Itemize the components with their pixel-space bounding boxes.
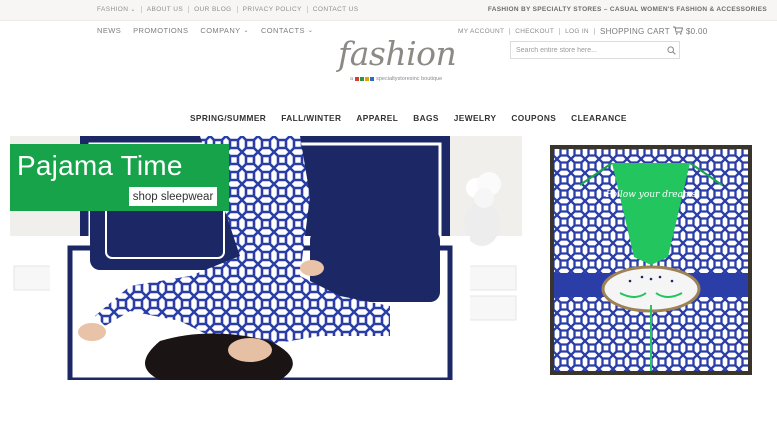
logo-square bbox=[365, 77, 370, 81]
nav-news[interactable]: NEWS bbox=[97, 26, 121, 35]
checkout-link[interactable]: CHECKOUT bbox=[515, 28, 554, 35]
category-bags[interactable]: BAGS bbox=[413, 113, 439, 123]
cart-icon bbox=[672, 26, 684, 37]
nav-company[interactable]: COMPANY ⌄ bbox=[200, 26, 249, 35]
logo-subline: a specialtystoresinc boutique bbox=[350, 76, 443, 82]
search-input[interactable] bbox=[511, 42, 663, 58]
divider bbox=[509, 28, 511, 35]
my-account-link[interactable]: MY ACCOUNT bbox=[458, 28, 504, 35]
divider bbox=[188, 6, 190, 13]
top-link-about-us[interactable]: ABOUT US bbox=[147, 6, 183, 13]
category-clearance[interactable]: CLEARANCE bbox=[571, 113, 627, 123]
search-box bbox=[510, 41, 680, 59]
logo-square bbox=[370, 77, 375, 81]
nav-contacts[interactable]: CONTACTS ⌄ bbox=[261, 26, 313, 35]
nav-promotions[interactable]: PROMOTIONS bbox=[133, 26, 188, 35]
site-tagline: FASHION BY SPECIALTY STORES – CASUAL WOM… bbox=[487, 6, 767, 13]
hero-banner[interactable]: Pajama Time shop sleepwear bbox=[10, 136, 522, 380]
chevron-down-icon: ⌄ bbox=[243, 28, 249, 34]
account-links: MY ACCOUNT CHECKOUT LOG IN SHOPPING CART… bbox=[458, 26, 707, 37]
top-link-privacy-policy[interactable]: PRIVACY POLICY bbox=[243, 6, 302, 13]
divider bbox=[559, 28, 561, 35]
hero-promo-box: Pajama Time shop sleepwear bbox=[10, 144, 229, 211]
divider bbox=[140, 6, 142, 13]
secondary-nav: NEWS PROMOTIONS COMPANY ⌄ CONTACTS ⌄ bbox=[97, 26, 313, 35]
logo-square bbox=[355, 77, 360, 81]
divider bbox=[306, 6, 308, 13]
chevron-down-icon: ⌄ bbox=[130, 7, 136, 13]
hero-title: Pajama Time bbox=[17, 150, 183, 181]
eye-mask-script: Follow your dreams bbox=[605, 190, 697, 200]
category-nav: SPRING/SUMMER FALL/WINTER APPAREL BAGS J… bbox=[190, 113, 627, 123]
category-apparel[interactable]: APPAREL bbox=[356, 113, 398, 123]
category-coupons[interactable]: COUPONS bbox=[511, 113, 556, 123]
top-link-our-blog[interactable]: OUR BLOG bbox=[194, 6, 232, 13]
shop-sleepwear-button[interactable]: shop sleepwear bbox=[129, 187, 217, 206]
category-spring-summer[interactable]: SPRING/SUMMER bbox=[190, 113, 266, 123]
login-link[interactable]: LOG IN bbox=[565, 28, 589, 35]
top-utility-bar: FASHION ⌄ ABOUT US OUR BLOG PRIVACY POLIC… bbox=[0, 0, 777, 21]
product-image-pajama-set[interactable]: Follow your dreams bbox=[550, 145, 752, 375]
search-icon[interactable] bbox=[663, 45, 679, 55]
category-fall-winter[interactable]: FALL/WINTER bbox=[281, 113, 341, 123]
logo-wordmark: fashion bbox=[338, 34, 457, 73]
top-link-contact-us[interactable]: CONTACT US bbox=[313, 6, 359, 13]
cart-total: $0.00 bbox=[685, 27, 708, 36]
shopping-cart-link[interactable]: SHOPPING CART $0.00 bbox=[600, 26, 708, 37]
logo-square bbox=[360, 77, 365, 81]
pajama-set-photo: Follow your dreams bbox=[550, 145, 752, 375]
chevron-down-icon: ⌄ bbox=[307, 28, 314, 34]
top-links: FASHION ⌄ ABOUT US OUR BLOG PRIVACY POLIC… bbox=[97, 6, 358, 13]
divider bbox=[593, 28, 595, 35]
category-jewelry[interactable]: JEWELRY bbox=[454, 113, 497, 123]
top-link-fashion[interactable]: FASHION ⌄ bbox=[97, 6, 136, 13]
divider bbox=[236, 6, 238, 13]
site-logo[interactable]: fashion a specialtystoresinc boutique bbox=[336, 34, 457, 90]
